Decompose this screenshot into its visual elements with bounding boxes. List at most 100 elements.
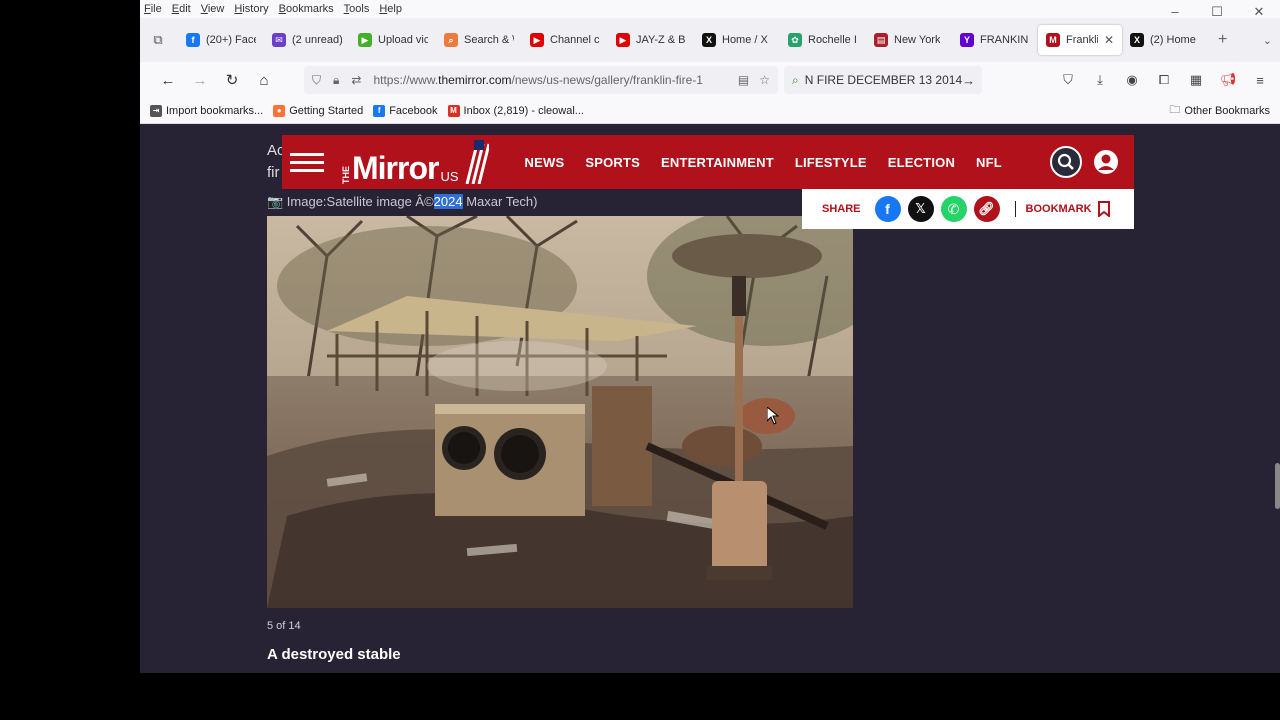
home-icon[interactable]: ⌂ xyxy=(248,72,280,89)
other-bookmarks-folder[interactable]: 🗀︎ Other Bookmarks xyxy=(1169,101,1270,120)
menu-bar: File Edit View History Bookmarks Tools Help xyxy=(140,0,1280,18)
browser-tab[interactable]: ▶ Channel c xyxy=(522,25,608,55)
paw-icon: ✿ xyxy=(788,33,802,47)
browser-tab[interactable]: ⌕ Search & \ xyxy=(436,25,522,55)
site-nav-sports[interactable]: SPORTS xyxy=(585,155,640,170)
firefox-icon: ● xyxy=(273,104,286,117)
app-menu-icon[interactable]: ≡ xyxy=(1244,73,1276,88)
tab-overview-icon[interactable]: ⧉ xyxy=(146,32,170,48)
reader-view-icon[interactable]: ▤ xyxy=(738,73,749,87)
menu-help[interactable]: Help xyxy=(379,3,402,15)
tab-label: FRANKIN xyxy=(980,34,1029,46)
site-nav-nfl[interactable]: NFL xyxy=(976,155,1002,170)
site-nav-entertainment[interactable]: ENTERTAINMENT xyxy=(661,155,774,170)
pocket-icon[interactable]: ⛉ xyxy=(1052,72,1084,88)
site-nav-lifestyle[interactable]: LIFESTYLE xyxy=(795,155,867,170)
divider xyxy=(1014,201,1016,217)
facebook-icon: f xyxy=(373,104,386,117)
youtube-icon: ▶ xyxy=(530,33,544,47)
tab-label: JAY-Z & B xyxy=(636,34,686,46)
bookmark-item[interactable]: f Facebook xyxy=(373,104,438,117)
browser-tab[interactable]: ✿ Rochelle I xyxy=(780,25,866,55)
gallery-photo[interactable] xyxy=(267,216,853,608)
browser-tab[interactable]: X Home / X xyxy=(694,25,780,55)
menu-file[interactable]: File xyxy=(144,3,162,15)
share-bar: SHARE f 𝕏 ✆ 🔗︎ BOOKMARK xyxy=(802,189,1134,229)
search-site-icon: ⌕ xyxy=(444,33,458,47)
x-share-icon[interactable]: 𝕏 xyxy=(907,196,934,222)
list-tabs-icon[interactable]: ⌄ xyxy=(1263,34,1272,47)
page-scrollbar[interactable] xyxy=(1275,463,1280,509)
bookmark-item[interactable]: M Inbox (2,819) - cleowal... xyxy=(447,104,584,117)
flag-stripes-icon xyxy=(465,140,489,184)
share-label: SHARE xyxy=(822,203,861,215)
permissions-icon[interactable]: ⇄ xyxy=(351,73,361,87)
downloads-icon[interactable]: ⤓ xyxy=(1084,72,1116,88)
gmail-icon: M xyxy=(447,104,460,117)
bookmark-button[interactable]: BOOKMARK xyxy=(1026,201,1110,217)
new-tab-icon[interactable]: + xyxy=(1218,31,1227,49)
copy-link-icon[interactable]: 🔗︎ xyxy=(973,196,1000,222)
mirror-us-logo[interactable]: THE Mirror US xyxy=(341,140,489,184)
reload-icon[interactable]: ↻ xyxy=(216,71,248,89)
bookmark-item[interactable]: ⇥ Import bookmarks... xyxy=(150,104,264,117)
toolbar-icons: ⛉ ⤓ ◉ ⧠ ▦ 📢︎ ≡ xyxy=(1052,62,1276,98)
import-icon: ⇥ xyxy=(150,104,162,117)
browser-tab[interactable]: X (2) Home xyxy=(1122,25,1208,55)
menu-history[interactable]: History xyxy=(234,3,268,15)
browser-tab[interactable]: ▤ New York xyxy=(866,25,952,55)
site-header: THE Mirror US NEWS SPORTS ENTERTAINMENT LIF… xyxy=(282,135,1134,189)
bookmark-label: Import bookmarks... xyxy=(166,104,264,117)
menu-tools[interactable]: Tools xyxy=(344,3,370,15)
browser-tab[interactable]: M Frankli ✕ xyxy=(1038,25,1122,55)
account-icon[interactable]: ◉ xyxy=(1116,72,1148,88)
tracking-shield-icon[interactable]: ⛉ xyxy=(312,73,321,88)
menu-edit[interactable]: Edit xyxy=(172,3,191,15)
calendar-extension-icon[interactable]: ▦ xyxy=(1180,72,1212,88)
browser-tab[interactable]: f (20+) Face xyxy=(178,25,264,55)
x-icon: X xyxy=(702,33,716,47)
forward-icon[interactable]: → xyxy=(184,72,216,89)
menu-bookmarks[interactable]: Bookmarks xyxy=(279,3,334,15)
hamburger-menu-icon[interactable] xyxy=(290,152,324,172)
lock-icon[interactable]: 🔒︎ xyxy=(333,73,339,88)
close-tab-icon[interactable]: ✕ xyxy=(1104,33,1114,47)
tab-label: Upload vic xyxy=(378,34,428,46)
menu-view[interactable]: View xyxy=(201,3,225,15)
newspaper-icon: ▤ xyxy=(874,33,888,47)
extensions-icon[interactable]: ⧠ xyxy=(1148,72,1180,88)
page-content: Ac fir 📷 Image:Satellite image Â©2024 Ma… xyxy=(140,125,1280,673)
back-icon[interactable]: ← xyxy=(152,72,184,89)
tab-label: Search & \ xyxy=(464,34,514,46)
article-text-fragment-2: fir xyxy=(267,164,280,181)
browser-tab[interactable]: Y FRANKIN xyxy=(952,25,1038,55)
url-bar[interactable]: ⛉ 🔒︎ ⇄ https://www.themirror.com/news/us… xyxy=(304,66,778,94)
x-icon: X xyxy=(1130,33,1144,47)
facebook-share-icon[interactable]: f xyxy=(874,196,901,222)
site-nav-election[interactable]: ELECTION xyxy=(888,155,955,170)
browser-window: File Edit View History Bookmarks Tools Help – … xyxy=(140,0,1280,673)
search-suggestion-box[interactable]: ⌕ N FIRE DECEMBER 13 2014 → xyxy=(784,66,982,94)
tab-label: Channel c xyxy=(550,34,600,46)
browser-tab[interactable]: ▶ JAY-Z & B xyxy=(608,25,694,55)
bookmarks-toolbar: ⇥ Import bookmarks... ● Getting Started f Fac… xyxy=(140,98,1280,124)
url-text[interactable]: https://www.themirror.com/news/us-news/g… xyxy=(373,73,729,87)
browser-tab[interactable]: ▶ Upload vic xyxy=(350,25,436,55)
user-account-icon[interactable] xyxy=(1090,146,1122,178)
browser-tab[interactable]: ✉ (2 unread) xyxy=(264,25,350,55)
bookmark-star-icon[interactable]: ☆ xyxy=(759,73,770,87)
tab-label: Frankli xyxy=(1066,34,1098,46)
mail-icon: ✉ xyxy=(272,33,286,47)
site-nav-news[interactable]: NEWS xyxy=(525,155,565,170)
tab-label: New York xyxy=(894,34,941,46)
arrow-right-icon[interactable]: → xyxy=(962,73,975,88)
gallery-counter: 5 of 14 xyxy=(267,620,301,632)
bookmark-item[interactable]: ● Getting Started xyxy=(273,104,363,117)
megaphone-extension-icon[interactable]: 📢︎ xyxy=(1212,72,1244,88)
tab-label: (20+) Face xyxy=(206,34,256,46)
tab-label: (2 unread) xyxy=(292,34,342,46)
tab-label: Rochelle I xyxy=(808,34,857,46)
site-search-icon[interactable] xyxy=(1050,146,1082,178)
find-query: N FIRE DECEMBER 13 2014 xyxy=(804,73,963,87)
whatsapp-share-icon[interactable]: ✆ xyxy=(940,196,967,222)
